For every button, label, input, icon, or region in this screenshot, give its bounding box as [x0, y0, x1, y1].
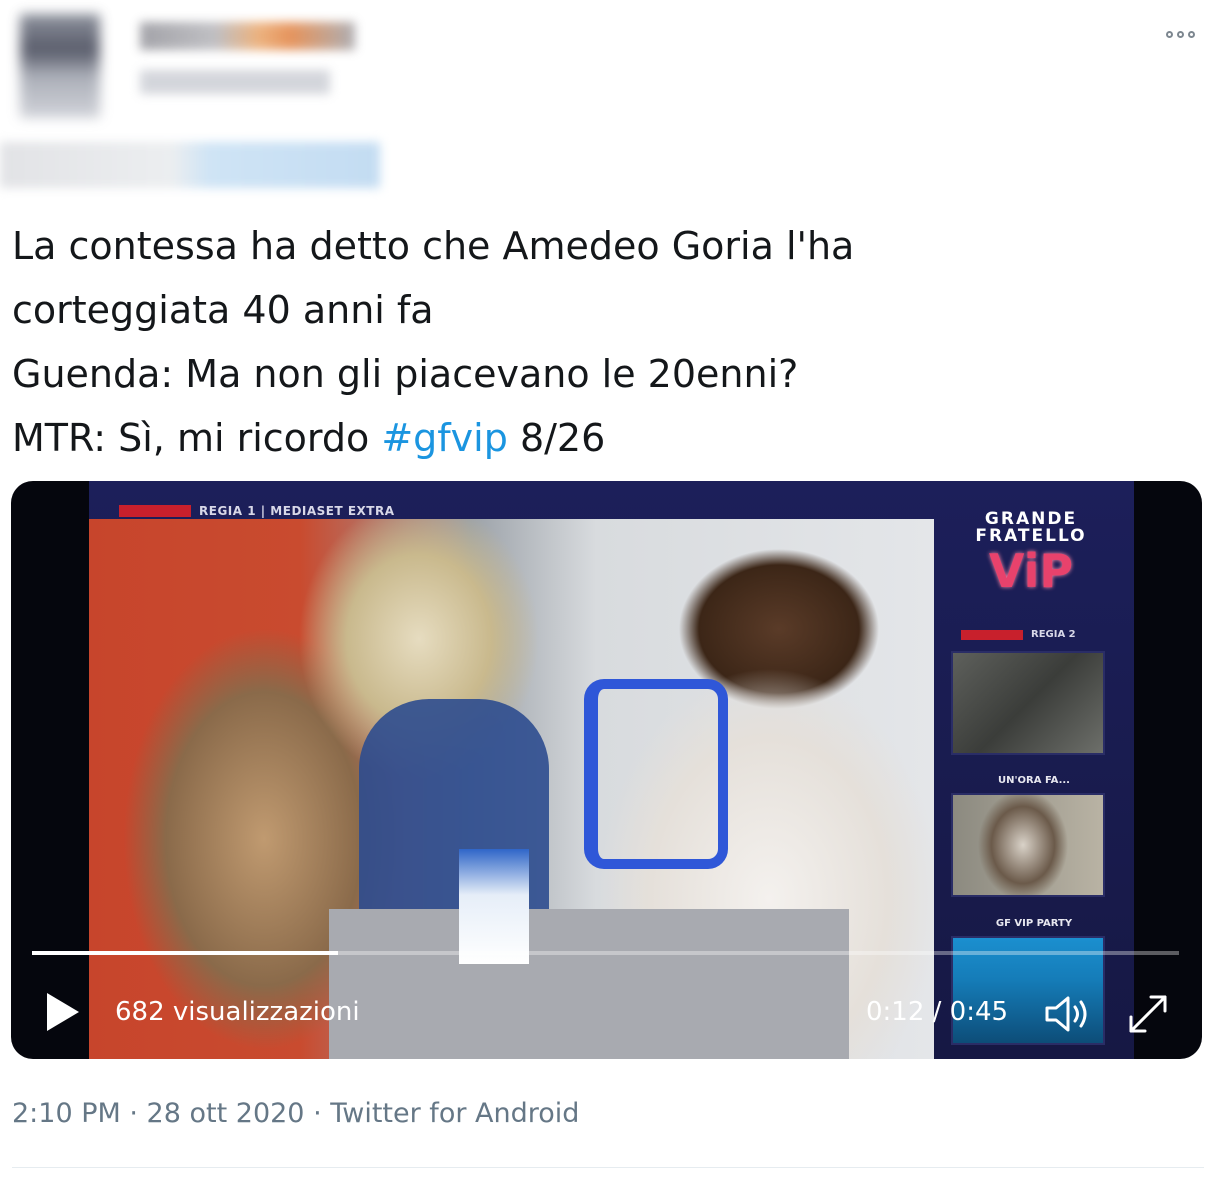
- tweet-line-suffix: 8/26: [507, 416, 606, 460]
- thumbnail-label: UN'ORA FA...: [998, 775, 1070, 786]
- thumbnail-regia2: [951, 651, 1105, 755]
- thumbnail-label: GF VIP PARTY: [995, 918, 1073, 929]
- tweet-date[interactable]: 28 ott 2020: [147, 1098, 305, 1129]
- tweet-line: Guenda: Ma non gli piacevano le 20enni?: [12, 352, 799, 396]
- progress-fill: [32, 951, 339, 955]
- meta-separator: ·: [120, 1098, 147, 1129]
- fullscreen-icon[interactable]: [1125, 991, 1171, 1037]
- progress-bar[interactable]: [32, 951, 1179, 955]
- scene-carton: [459, 849, 529, 964]
- video-player[interactable]: REGIA 1 | MEDIASET EXTRA GRANDE FRATELLO…: [11, 481, 1202, 1059]
- tweet-line-prefix: MTR: Sì, mi ricordo: [12, 416, 382, 460]
- play-icon[interactable]: [47, 993, 79, 1031]
- video-side-panel: GRANDE FRATELLO ViP REGIA 2 UN'ORA FA...…: [939, 481, 1134, 1059]
- avatar[interactable]: [20, 14, 100, 118]
- scene-chair: [584, 679, 728, 869]
- logo-line2: FRATELLO: [975, 526, 1087, 546]
- more-icon[interactable]: [1166, 26, 1204, 42]
- tweet-source[interactable]: Twitter for Android: [330, 1098, 579, 1129]
- side-live-badge: [961, 629, 1023, 640]
- hashtag-link[interactable]: #gfvip: [381, 416, 508, 460]
- video-scene: [89, 519, 934, 1059]
- meta-separator: ·: [304, 1098, 331, 1129]
- blurred-display-name: [140, 22, 355, 50]
- logo-vip: ViP: [988, 544, 1074, 598]
- tweet-meta: 2:10 PM · 28 ott 2020 · Twitter for Andr…: [12, 1098, 579, 1129]
- video-time: 0:12 / 0:45: [866, 997, 1009, 1027]
- divider: [12, 1167, 1204, 1168]
- video-frame: REGIA 1 | MEDIASET EXTRA GRANDE FRATELLO…: [89, 481, 1134, 1059]
- side-live-label: REGIA 2: [1031, 629, 1076, 640]
- show-logo: GRANDE FRATELLO ViP: [971, 511, 1091, 598]
- live-overlay-label: REGIA 1 | MEDIASET EXTRA: [199, 504, 395, 518]
- live-badge: [119, 505, 191, 517]
- view-count: 682 visualizzazioni: [115, 997, 360, 1027]
- tweet-line: La contessa ha detto che Amedeo Goria l'…: [12, 224, 855, 268]
- tweet-text: La contessa ha detto che Amedeo Goria l'…: [12, 214, 1192, 470]
- side-live-overlay: REGIA 2: [961, 629, 1076, 640]
- live-overlay: REGIA 1 | MEDIASET EXTRA: [119, 503, 395, 519]
- more-dot: [1188, 30, 1195, 38]
- blurred-reply-context: [0, 142, 380, 188]
- tweet-line: MTR: Sì, mi ricordo #gfvip 8/26: [12, 406, 1192, 470]
- volume-icon[interactable]: [1043, 993, 1095, 1035]
- tweet-line: corteggiata 40 anni fa: [12, 288, 434, 332]
- tweet-time[interactable]: 2:10 PM: [12, 1098, 121, 1129]
- more-dot: [1166, 30, 1173, 38]
- thumbnail-past: [951, 793, 1105, 897]
- scene-table: [329, 909, 849, 1059]
- blurred-handle: [140, 70, 330, 94]
- more-dot: [1177, 30, 1184, 38]
